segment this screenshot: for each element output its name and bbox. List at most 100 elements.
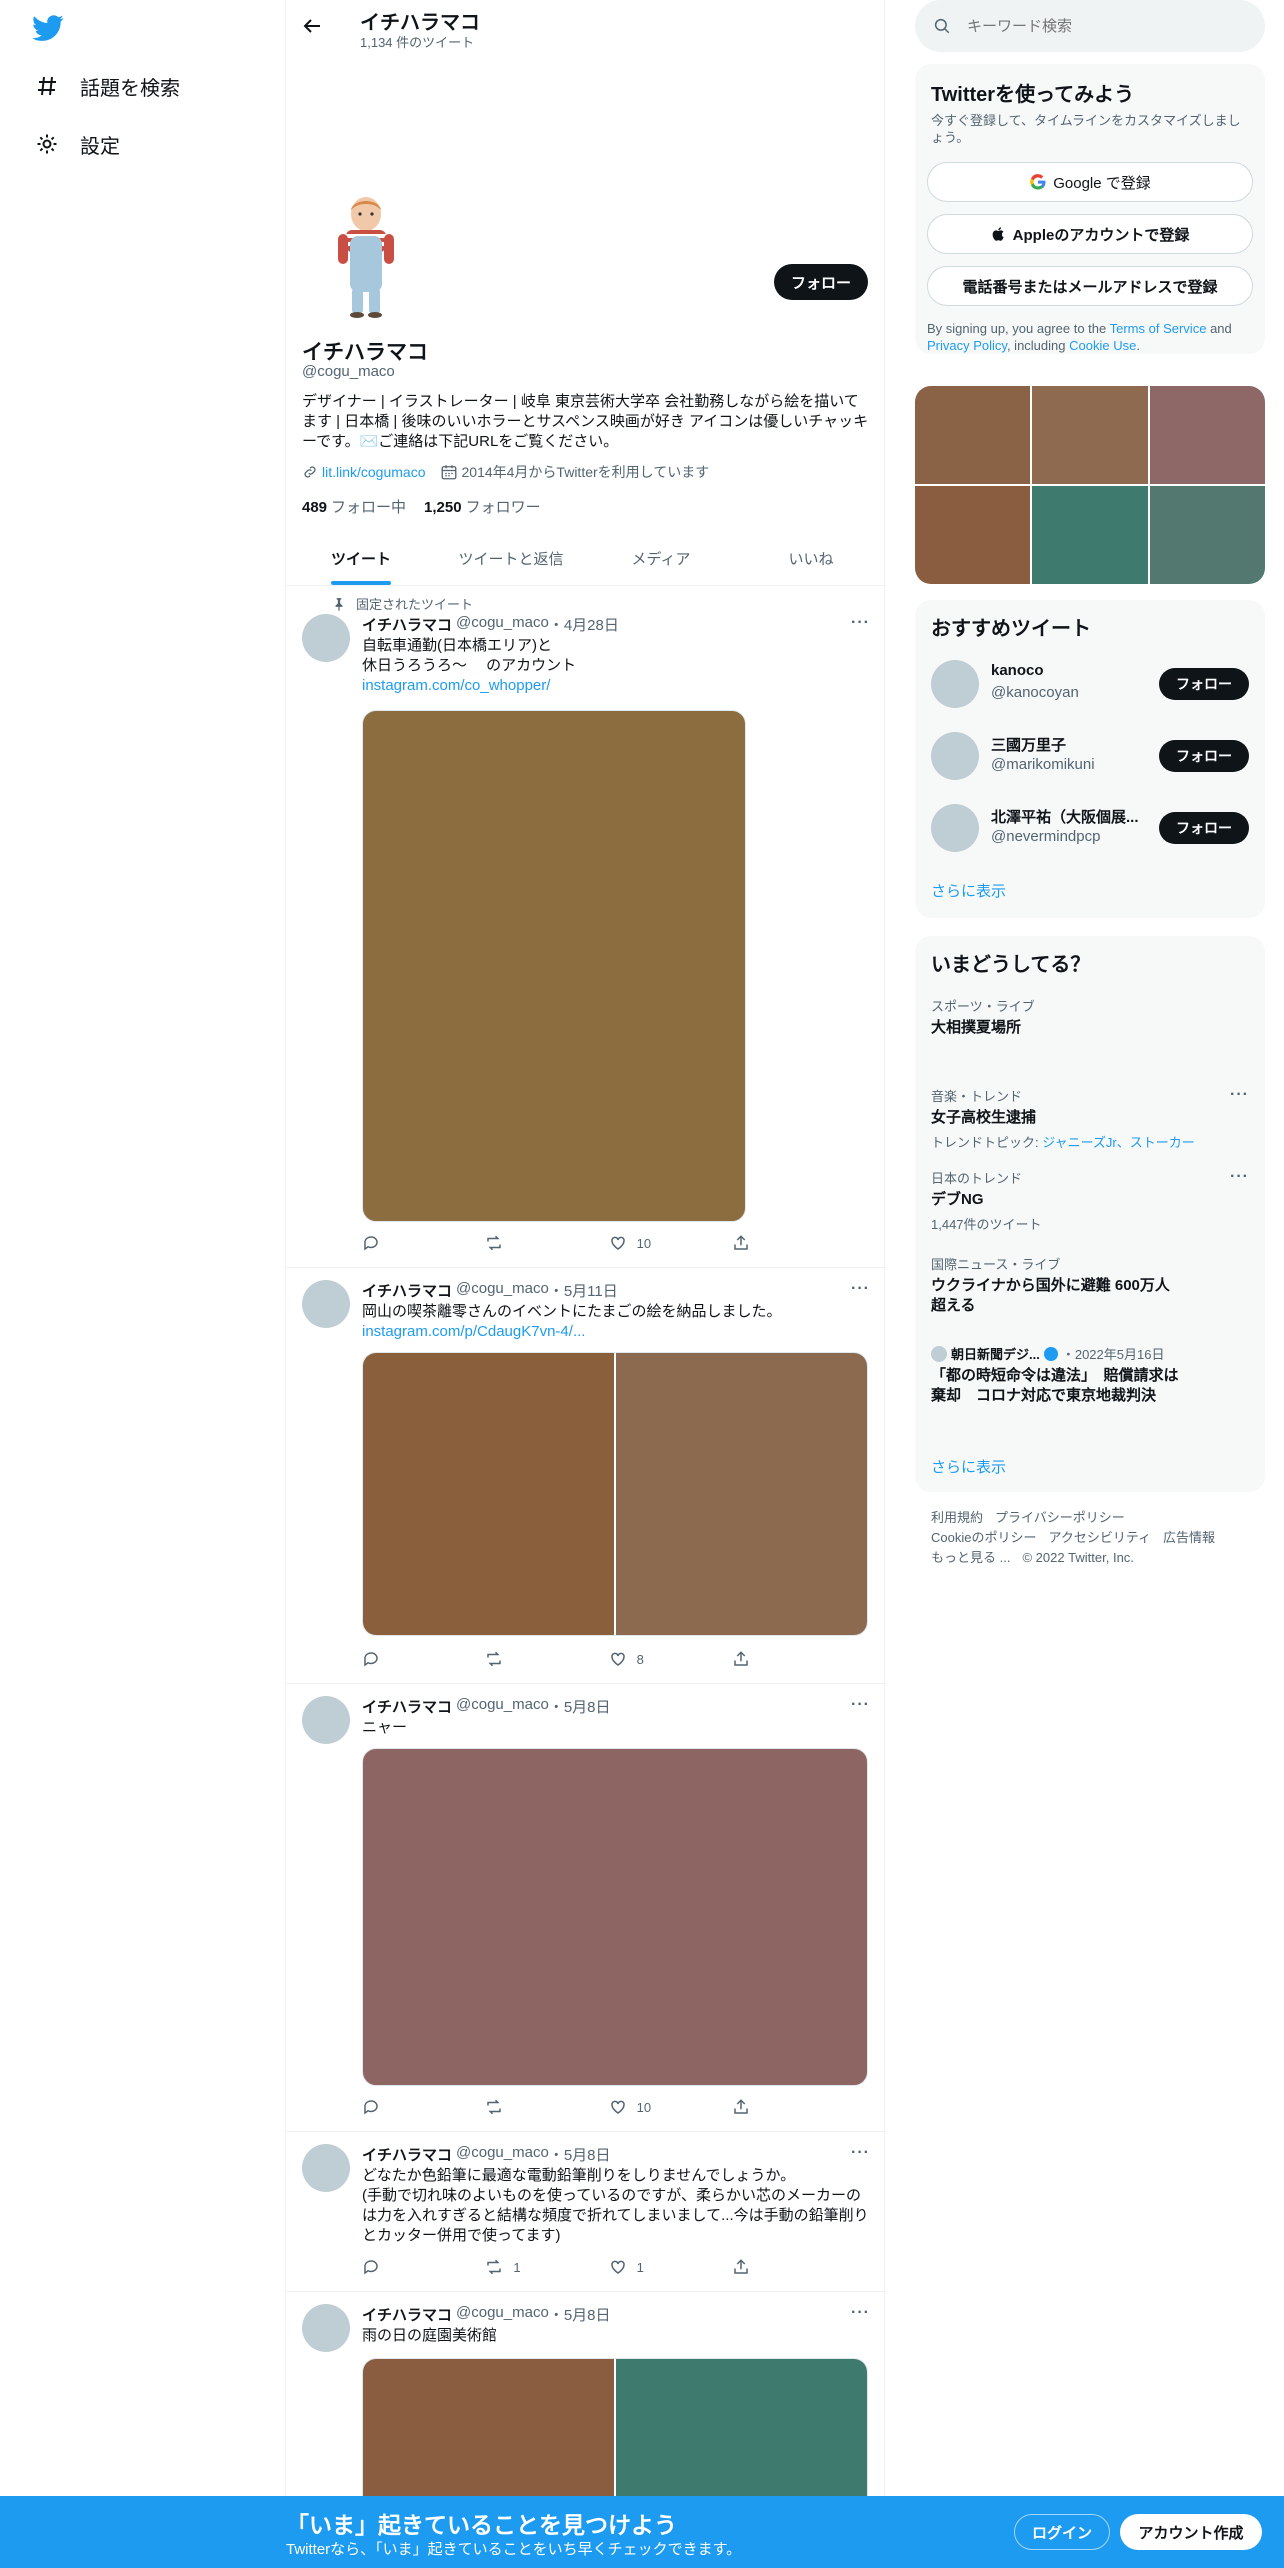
- trend-item[interactable]: ··· 日本のトレンド デブNG 1,447件のツイート: [931, 1168, 1249, 1233]
- photo-thumbnail[interactable]: [1149, 386, 1265, 484]
- reply-button[interactable]: [362, 1650, 422, 1668]
- recommended-user[interactable]: kanoco @kanocoyan フォロー: [931, 656, 1249, 712]
- share-button[interactable]: [732, 1650, 792, 1668]
- trend-topic-link[interactable]: ジャニーズJr、ストーカー: [1042, 1135, 1195, 1150]
- like-button[interactable]: 1: [609, 2258, 669, 2276]
- recommended-user[interactable]: 北澤平祐（大阪個展... @nevermindpcp フォロー: [931, 800, 1249, 856]
- privacy-link[interactable]: Privacy Policy: [927, 338, 1007, 353]
- retweet-button[interactable]: [485, 1650, 545, 1668]
- tweet-actions: 8: [362, 1650, 792, 1668]
- tweet-image[interactable]: [363, 1353, 614, 1635]
- search-bar[interactable]: [915, 0, 1265, 52]
- trend-item[interactable]: 国際ニュース・ライブ ウクライナから国外に避難 600万人超える: [931, 1254, 1171, 1316]
- reply-button[interactable]: [362, 2258, 422, 2276]
- photo-thumbnail[interactable]: [1032, 486, 1148, 584]
- tab-tweets-replies[interactable]: ツイートと返信: [436, 532, 586, 585]
- avatar[interactable]: [302, 1696, 350, 1744]
- recommended-user[interactable]: 三國万里子 @marikomikuni フォロー: [931, 728, 1249, 784]
- user-name: kanoco: [991, 662, 1044, 679]
- tweet-text: ニャー: [362, 1719, 408, 1736]
- profile-avatar[interactable]: [326, 190, 406, 320]
- apple-signup-button[interactable]: Appleのアカウントで登録: [927, 214, 1253, 254]
- retweet-button[interactable]: [485, 2098, 545, 2116]
- twitter-logo-icon[interactable]: [32, 12, 64, 44]
- tweet[interactable]: イチハラマコ @cogu_maco ・ 5月11日 ··· 岡山の喫茶離零さんのイベン…: [286, 1268, 886, 1684]
- footer-more-link[interactable]: もっと見る ...: [931, 1550, 1010, 1565]
- like-button[interactable]: 10: [609, 2098, 669, 2116]
- retweet-button[interactable]: 1: [485, 2258, 545, 2276]
- tweet-actions: 10: [362, 2098, 792, 2116]
- footer-link[interactable]: アクセシビリティ: [1048, 1530, 1151, 1545]
- photo-thumbnail[interactable]: [1032, 386, 1148, 484]
- follow-button[interactable]: フォロー: [774, 264, 868, 300]
- more-options-icon[interactable]: ···: [851, 1696, 870, 1714]
- recs-show-more-link[interactable]: さらに表示: [931, 880, 1006, 901]
- share-button[interactable]: [732, 2258, 792, 2276]
- avatar[interactable]: [931, 732, 979, 780]
- avatar[interactable]: [931, 804, 979, 852]
- avatar[interactable]: [302, 2144, 350, 2192]
- like-button[interactable]: 10: [609, 1234, 669, 1252]
- following-link[interactable]: 489 フォロー中: [302, 496, 406, 517]
- search-icon: [934, 18, 950, 34]
- tweet-actions: 1 1: [362, 2258, 792, 2276]
- tweet-link[interactable]: instagram.com/p/CdaugK7vn-4/...: [362, 1323, 585, 1340]
- reply-button[interactable]: [362, 1234, 422, 1252]
- cookie-link[interactable]: Cookie Use: [1069, 338, 1136, 353]
- nav-settings[interactable]: 設定: [34, 124, 120, 164]
- retweet-button[interactable]: [485, 1234, 545, 1252]
- google-signup-button[interactable]: Google で登録: [927, 162, 1253, 202]
- tweet[interactable]: イチハラマコ @cogu_maco ・ 4月28日 ··· 自転車通勤(日本橋エリア)…: [286, 586, 886, 1268]
- nav-explore[interactable]: 話題を検索: [34, 66, 180, 106]
- back-arrow-icon[interactable]: [300, 14, 324, 38]
- photo-thumbnail[interactable]: [915, 486, 1031, 584]
- avatar[interactable]: [931, 660, 979, 708]
- photo-thumbnail[interactable]: [1149, 486, 1265, 584]
- nav-settings-label: 設定: [80, 135, 120, 158]
- search-input[interactable]: [967, 17, 1227, 35]
- like-button[interactable]: 8: [609, 1650, 669, 1668]
- tab-media[interactable]: メディア: [586, 532, 736, 585]
- more-options-icon[interactable]: ···: [1230, 1086, 1249, 1104]
- more-options-icon[interactable]: ···: [851, 2144, 870, 2162]
- tab-likes[interactable]: いいね: [736, 532, 886, 585]
- phone-email-signup-button[interactable]: 電話番号またはメールアドレスで登録: [927, 266, 1253, 306]
- footer-link[interactable]: プライバシーポリシー: [995, 1510, 1125, 1525]
- terms-link[interactable]: Terms of Service: [1110, 321, 1207, 336]
- retweet-icon: [487, 1235, 502, 1251]
- share-button[interactable]: [732, 1234, 792, 1252]
- profile-name: イチハラマコ: [302, 341, 428, 364]
- tweet[interactable]: イチハラマコ @cogu_maco ・ 5月8日 ··· ニャー 10: [286, 1684, 886, 2132]
- trends-show-more-link[interactable]: さらに表示: [931, 1456, 1006, 1477]
- news-item[interactable]: 朝日新聞デジ... ・2022年5月16日 「都の時短命令は違法」 賠償請求は棄…: [931, 1344, 1181, 1406]
- more-options-icon[interactable]: ···: [1230, 1168, 1249, 1186]
- more-options-icon[interactable]: ···: [851, 2304, 870, 2322]
- footer-link[interactable]: 利用規約: [931, 1510, 983, 1525]
- followers-link[interactable]: 1,250 フォロワー: [424, 496, 541, 517]
- follow-button[interactable]: フォロー: [1159, 668, 1249, 700]
- footer-link[interactable]: 広告情報: [1163, 1530, 1215, 1545]
- avatar[interactable]: [302, 2304, 350, 2352]
- avatar[interactable]: [302, 1280, 350, 1328]
- tweet-image[interactable]: [362, 710, 746, 1222]
- tweet-link[interactable]: instagram.com/co_whopper/: [362, 677, 550, 694]
- follow-button[interactable]: フォロー: [1159, 740, 1249, 772]
- photo-thumbnail[interactable]: [915, 386, 1031, 484]
- login-button[interactable]: ログイン: [1014, 2514, 1110, 2550]
- follow-button[interactable]: フォロー: [1159, 812, 1249, 844]
- tweet-image[interactable]: [616, 1353, 867, 1635]
- tab-tweets[interactable]: ツイート: [286, 532, 436, 585]
- profile-header: イチハラマコ 1,134 件のツイート: [286, 0, 886, 54]
- share-button[interactable]: [732, 2098, 792, 2116]
- profile-link[interactable]: lit.link/cogumaco: [322, 464, 426, 480]
- trend-item[interactable]: ··· 音楽・トレンド 女子高校生逮捕 トレンドトピック: ジャニーズJr、スト…: [931, 1086, 1249, 1151]
- footer-link[interactable]: Cookieのポリシー: [931, 1530, 1036, 1545]
- signup-button[interactable]: アカウント作成: [1120, 2514, 1262, 2550]
- reply-button[interactable]: [362, 2098, 422, 2116]
- more-options-icon[interactable]: ···: [851, 614, 870, 632]
- tweet[interactable]: イチハラマコ @cogu_maco ・ 5月8日 ··· どなたか色鉛筆に最適な電動鉛…: [286, 2132, 886, 2292]
- tweet-image[interactable]: [362, 1748, 868, 2086]
- avatar[interactable]: [302, 614, 350, 662]
- trend-item[interactable]: スポーツ・ライブ 大相撲夏場所: [931, 996, 1249, 1038]
- more-options-icon[interactable]: ···: [851, 1280, 870, 1298]
